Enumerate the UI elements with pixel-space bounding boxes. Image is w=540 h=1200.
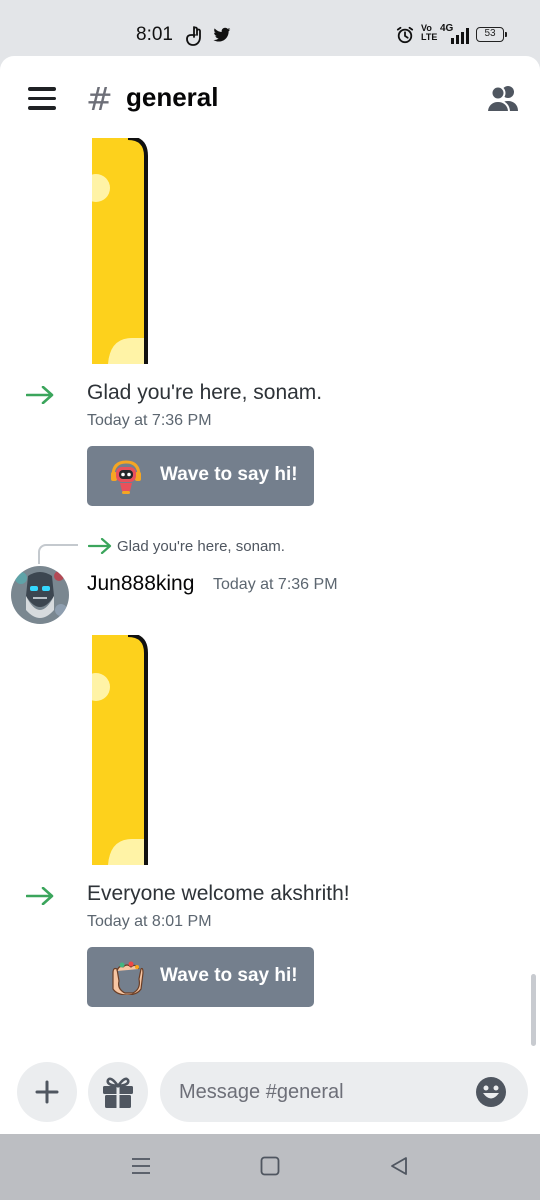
sticker-image-2[interactable] bbox=[92, 635, 148, 865]
message-composer bbox=[0, 1056, 540, 1134]
emoji-icon[interactable] bbox=[475, 1076, 507, 1108]
twitter-icon bbox=[213, 27, 231, 42]
wave-button-label: Wave to say hi! bbox=[160, 965, 298, 986]
gift-icon bbox=[103, 1077, 133, 1108]
message-timestamp: Today at 7:36 PM bbox=[213, 576, 338, 593]
reply-connector bbox=[38, 544, 78, 564]
channel-hash-icon: # bbox=[86, 80, 113, 118]
join-arrow-icon bbox=[26, 386, 54, 404]
home-icon[interactable] bbox=[260, 1156, 280, 1176]
fingers-crossed-icon bbox=[186, 26, 201, 46]
message-input[interactable] bbox=[160, 1062, 528, 1122]
hands-sticker-icon bbox=[112, 961, 144, 995]
hamburger-icon[interactable] bbox=[28, 87, 56, 110]
members-icon[interactable] bbox=[486, 84, 520, 112]
wave-button[interactable]: Wave to say hi! bbox=[87, 947, 314, 1007]
signal-icon bbox=[451, 28, 469, 44]
message-timestamp: Today at 7:36 PM bbox=[87, 412, 212, 429]
channel-header: # general bbox=[0, 56, 540, 140]
plus-icon bbox=[35, 1080, 59, 1104]
channel-title: general bbox=[126, 82, 219, 112]
alarm-icon bbox=[396, 26, 414, 44]
scrollbar[interactable] bbox=[531, 974, 536, 1046]
back-icon[interactable] bbox=[389, 1156, 409, 1176]
robot-sticker-icon bbox=[111, 460, 141, 494]
reply-preview-text[interactable]: Glad you're here, sonam. bbox=[117, 538, 285, 555]
system-nav-bar bbox=[0, 1134, 540, 1200]
wave-button-label: Wave to say hi! bbox=[160, 464, 298, 485]
reply-join-arrow-icon bbox=[88, 538, 112, 554]
welcome-message-text: Everyone welcome akshrith! bbox=[87, 882, 350, 905]
wave-button[interactable]: Wave to say hi! bbox=[87, 446, 314, 506]
welcome-message-text: Glad you're here, sonam. bbox=[87, 381, 323, 404]
gift-button[interactable] bbox=[88, 1062, 148, 1122]
join-arrow-icon bbox=[26, 887, 54, 905]
status-bar: 8:01 Vo LTE 4G 53 bbox=[0, 0, 540, 58]
attach-button[interactable] bbox=[17, 1062, 77, 1122]
sticker-image-1[interactable] bbox=[92, 138, 148, 364]
user-avatar-image bbox=[11, 566, 69, 624]
message-timestamp: Today at 8:01 PM bbox=[87, 913, 212, 930]
chat-screen: # general Glad you're here, sonam. Today… bbox=[0, 56, 540, 1134]
avatar[interactable] bbox=[11, 566, 69, 624]
message-author[interactable]: Jun888king bbox=[87, 572, 194, 596]
volte-label: Vo LTE bbox=[421, 23, 438, 42]
status-time: 8:01 bbox=[136, 24, 173, 45]
recent-apps-icon[interactable] bbox=[131, 1156, 151, 1176]
battery-icon: 53 bbox=[476, 27, 507, 42]
